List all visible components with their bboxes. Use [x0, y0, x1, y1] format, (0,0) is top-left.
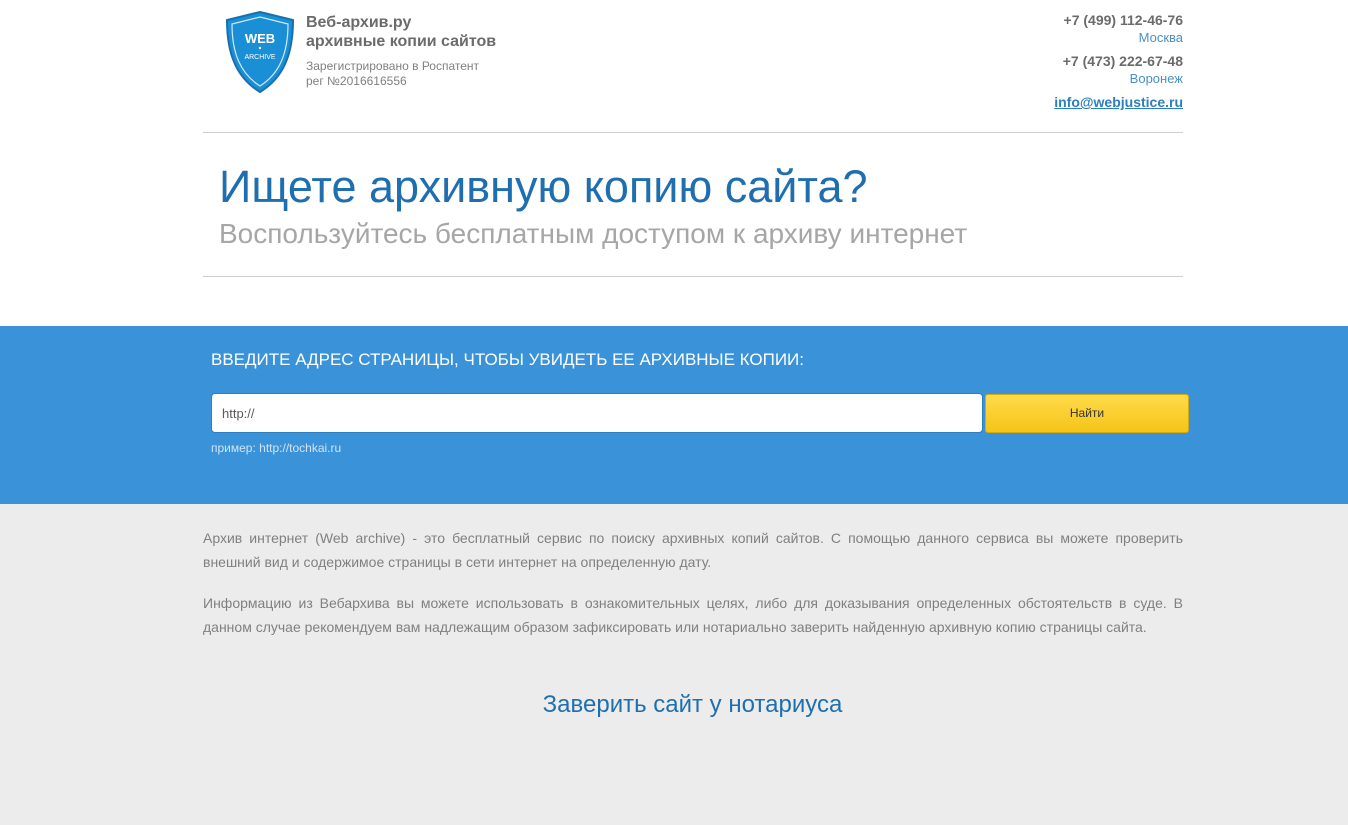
- search-section: ВВЕДИТЕ АДРЕС СТРАНИЦЫ, ЧТОБЫ УВИДЕТЬ ЕЕ…: [0, 326, 1348, 504]
- info-paragraph-2: Информацию из Вебархива вы можете исполь…: [203, 595, 1183, 635]
- registration-line: Зарегистрировано в Роспатент: [306, 59, 480, 73]
- site-header: WEB ARCHIVE Веб-архив.ру архивные копии …: [203, 0, 1183, 133]
- info-section: Архив интернет (Web archive) - это беспл…: [0, 504, 1348, 825]
- logo-text-web: WEB: [245, 31, 275, 46]
- web-archive-shield-logo[interactable]: WEB ARCHIVE: [223, 10, 297, 94]
- notary-link[interactable]: Заверить сайт у нотариуса: [0, 690, 1348, 720]
- contacts-block: +7 (499) 112-46-76 Москва +7 (473) 222-6…: [1054, 12, 1183, 112]
- search-title: ВВЕДИТЕ АДРЕС СТРАНИЦЫ, ЧТОБЫ УВИДЕТЬ ЕЕ…: [211, 350, 804, 369]
- search-example-hint: пример: http://tochkai.ru: [211, 441, 342, 455]
- find-button[interactable]: Найти: [985, 394, 1189, 433]
- city-voronezh: Воронеж: [1129, 71, 1183, 86]
- brand-title: Веб-архив.ру архивные копии сайтов: [306, 13, 496, 51]
- brand-tagline: архивные копии сайтов: [306, 33, 497, 50]
- logo-text-archive: ARCHIVE: [244, 54, 275, 61]
- phone-voronezh[interactable]: +7 (473) 222-67-48: [1054, 53, 1183, 70]
- phone-moscow[interactable]: +7 (499) 112-46-76: [1054, 12, 1183, 29]
- brand-name: Веб-архив.ру: [306, 14, 412, 31]
- hero-title: Ищете архивную копию сайта?: [219, 161, 868, 212]
- url-input[interactable]: [211, 393, 983, 433]
- info-paragraph-1: Архив интернет (Web archive) - это беспл…: [203, 530, 1183, 570]
- registration-info: Зарегистрировано в Роспатент рег №201661…: [306, 59, 479, 89]
- registration-number: рег №2016616556: [306, 74, 407, 88]
- email-link[interactable]: info@webjustice.ru: [1054, 94, 1183, 111]
- city-moscow: Москва: [1138, 30, 1183, 45]
- hero-subtitle: Воспользуйтесь бесплатным доступом к арх…: [219, 218, 968, 249]
- hero-section: Ищете архивную копию сайта? Воспользуйте…: [203, 133, 1183, 277]
